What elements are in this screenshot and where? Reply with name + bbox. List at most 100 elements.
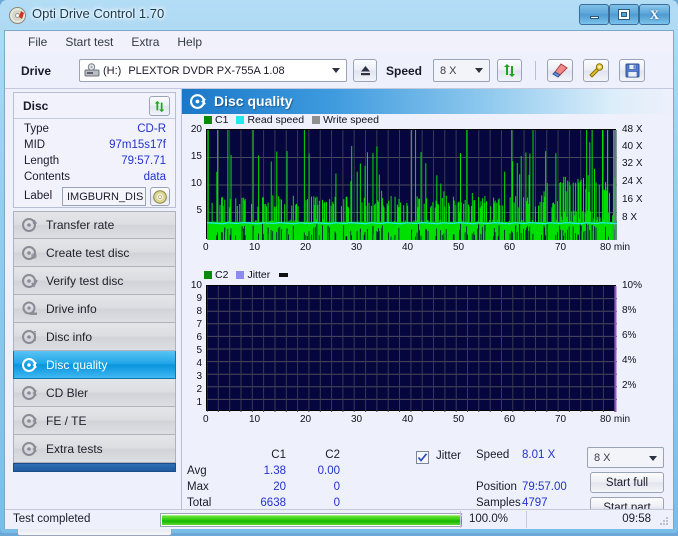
sidebar-item-transfer-rate[interactable]: Transfer rate xyxy=(13,211,176,239)
minimize-icon xyxy=(589,16,599,19)
eject-button[interactable] xyxy=(353,59,377,82)
test-speed-select[interactable]: 8 X xyxy=(587,447,664,468)
refresh-icon xyxy=(504,64,515,77)
test-speed-select-value: 8 X xyxy=(594,451,611,464)
c1-xtick-70: 70 xyxy=(555,242,567,253)
disc-key-mid: MID xyxy=(24,139,46,151)
c1-y2tick-32: 32 X xyxy=(622,158,643,169)
refresh-button[interactable] xyxy=(497,59,522,82)
drive-select-chevron[interactable] xyxy=(327,62,344,79)
c1-chart: C1 Read speed Write speed 20 15 10 5 48 … xyxy=(182,114,673,264)
stats-value-samples: 4797 xyxy=(522,497,548,509)
c2-ytick-2: 2 xyxy=(196,384,202,395)
sidebar-item-disc-info[interactable]: Disc info xyxy=(13,323,176,351)
minimize-button[interactable] xyxy=(579,4,609,25)
stats-value-speed: 8.01 X xyxy=(522,449,556,461)
stats-key-samples: Samples xyxy=(476,497,521,509)
c1-xtick-10: 10 xyxy=(249,242,261,253)
c2-y2tick-4: 4% xyxy=(622,355,637,366)
speed-select-chevron[interactable] xyxy=(470,62,487,79)
stats-header-c1: C1 xyxy=(271,449,286,461)
sidebar-item-verify-test-disc[interactable]: Verify test disc xyxy=(13,267,176,295)
disc-label-cd-button[interactable] xyxy=(150,187,170,206)
stats-avg-c2: 0.00 xyxy=(317,465,340,477)
right-panel: Disc quality C1 Read speed Write speed 2… xyxy=(181,89,673,518)
close-icon: X xyxy=(649,7,660,22)
window-title: Opti Drive Control 1.70 xyxy=(32,6,165,21)
resize-grip-icon[interactable] xyxy=(658,515,670,527)
elapsed-time: 09:58 xyxy=(622,513,651,525)
c1-xtick-60: 60 xyxy=(504,242,516,253)
sidebar-item-extra-tests[interactable]: Extra tests xyxy=(13,435,176,463)
refresh-icon xyxy=(154,100,165,112)
sidebar-nav: Transfer rate Create test disc Verify te… xyxy=(13,211,176,463)
c1-y2tick-16: 16 X xyxy=(622,194,643,205)
test-speed-select-chevron[interactable] xyxy=(644,450,661,467)
c2-ytick-9: 9 xyxy=(196,293,202,304)
menu-help[interactable]: Help xyxy=(168,33,211,51)
menu-start-test[interactable]: Start test xyxy=(56,33,122,51)
jitter-checkbox[interactable] xyxy=(416,451,429,464)
c1-xtick-20: 20 xyxy=(300,242,312,253)
c1-ytick-10: 10 xyxy=(190,178,202,189)
sidebar-item-label: Verify test disc xyxy=(46,273,124,288)
disc-refresh-button[interactable] xyxy=(149,96,170,116)
disc-drive-icon xyxy=(22,301,37,315)
progress-percent: 100.0% xyxy=(469,513,509,525)
sidebar-item-fe-te[interactable]: FE / TE xyxy=(13,407,176,435)
disc-box-header: Disc xyxy=(14,93,175,119)
save-button[interactable] xyxy=(619,59,645,82)
legend-swatch-read-speed xyxy=(236,116,245,124)
sidebar-item-drive-info[interactable]: Drive info xyxy=(13,295,176,323)
maximize-icon xyxy=(619,10,629,19)
disc-key-contents: Contents xyxy=(24,171,71,183)
legend-label-c2: C2 xyxy=(215,269,229,281)
c2-xtick-80: 80 min xyxy=(600,414,631,425)
c1-y2tick-8: 8 X xyxy=(622,212,638,223)
disc-label-input[interactable]: IMGBURN_DIS xyxy=(62,187,146,206)
menu-extra[interactable]: Extra xyxy=(122,33,168,51)
c1-y2tick-48: 48 X xyxy=(622,124,643,135)
legend-label-write-speed: Write speed xyxy=(323,114,379,126)
maximize-button[interactable] xyxy=(609,4,639,25)
sidebar-item-label: Disc quality xyxy=(46,357,108,372)
drive-select[interactable]: (H:) PLEXTOR DVDR PX-755A 1.08 xyxy=(79,59,347,82)
stats-total-c2: 0 xyxy=(333,497,340,509)
disc-row-length: Length 79:57.71 xyxy=(14,155,175,171)
disc-fete-icon xyxy=(22,413,38,428)
stats-key-max: Max xyxy=(187,481,209,493)
stats-key-total: Total xyxy=(187,497,212,509)
disc-quality-icon xyxy=(190,94,207,109)
disc-transfer-icon xyxy=(22,218,38,232)
c1-y2tick-40: 40 X xyxy=(622,141,643,152)
sidebar-item-label: Create test disc xyxy=(46,245,130,260)
disc-verify-icon xyxy=(22,273,38,288)
erase-button[interactable] xyxy=(547,59,573,82)
toolbar: Drive (H:) PLEXTOR DVDR PX-755A 1.08 Spe… xyxy=(5,53,673,89)
sidebar-item-cd-bler[interactable]: CD Bler xyxy=(13,379,176,407)
legend-swatch-c1 xyxy=(204,116,212,124)
disc-row-mid: MID 97m15s17f xyxy=(14,139,175,155)
menu-file[interactable]: File xyxy=(19,33,56,51)
speed-select[interactable]: 8 X xyxy=(433,59,490,82)
save-icon xyxy=(625,63,639,78)
c2-xtick-50: 50 xyxy=(453,414,465,425)
start-full-button[interactable]: Start full xyxy=(590,472,664,493)
speed-label: Speed xyxy=(386,64,423,78)
c2-legend: C2 Jitter xyxy=(204,269,289,281)
eject-icon xyxy=(360,66,370,76)
app-disc-icon xyxy=(9,7,26,24)
disc-create-icon xyxy=(22,245,37,260)
legend-swatch-marker xyxy=(279,273,289,277)
c2-y2tick-2: 2% xyxy=(622,380,637,391)
progress-bar-fill xyxy=(162,515,462,525)
close-button[interactable]: X xyxy=(639,4,670,25)
sidebar-item-label: Extra tests xyxy=(46,441,103,456)
panel-header: Disc quality xyxy=(182,89,673,114)
disc-box-title: Disc xyxy=(23,99,49,113)
sidebar-item-disc-quality[interactable]: Disc quality xyxy=(13,351,176,379)
c1-y2tick-24: 24 X xyxy=(622,176,643,187)
sidebar-item-create-test-disc[interactable]: Create test disc xyxy=(13,239,176,267)
tools-button[interactable] xyxy=(583,59,609,82)
c2-y2tick-10: 10% xyxy=(622,280,643,291)
